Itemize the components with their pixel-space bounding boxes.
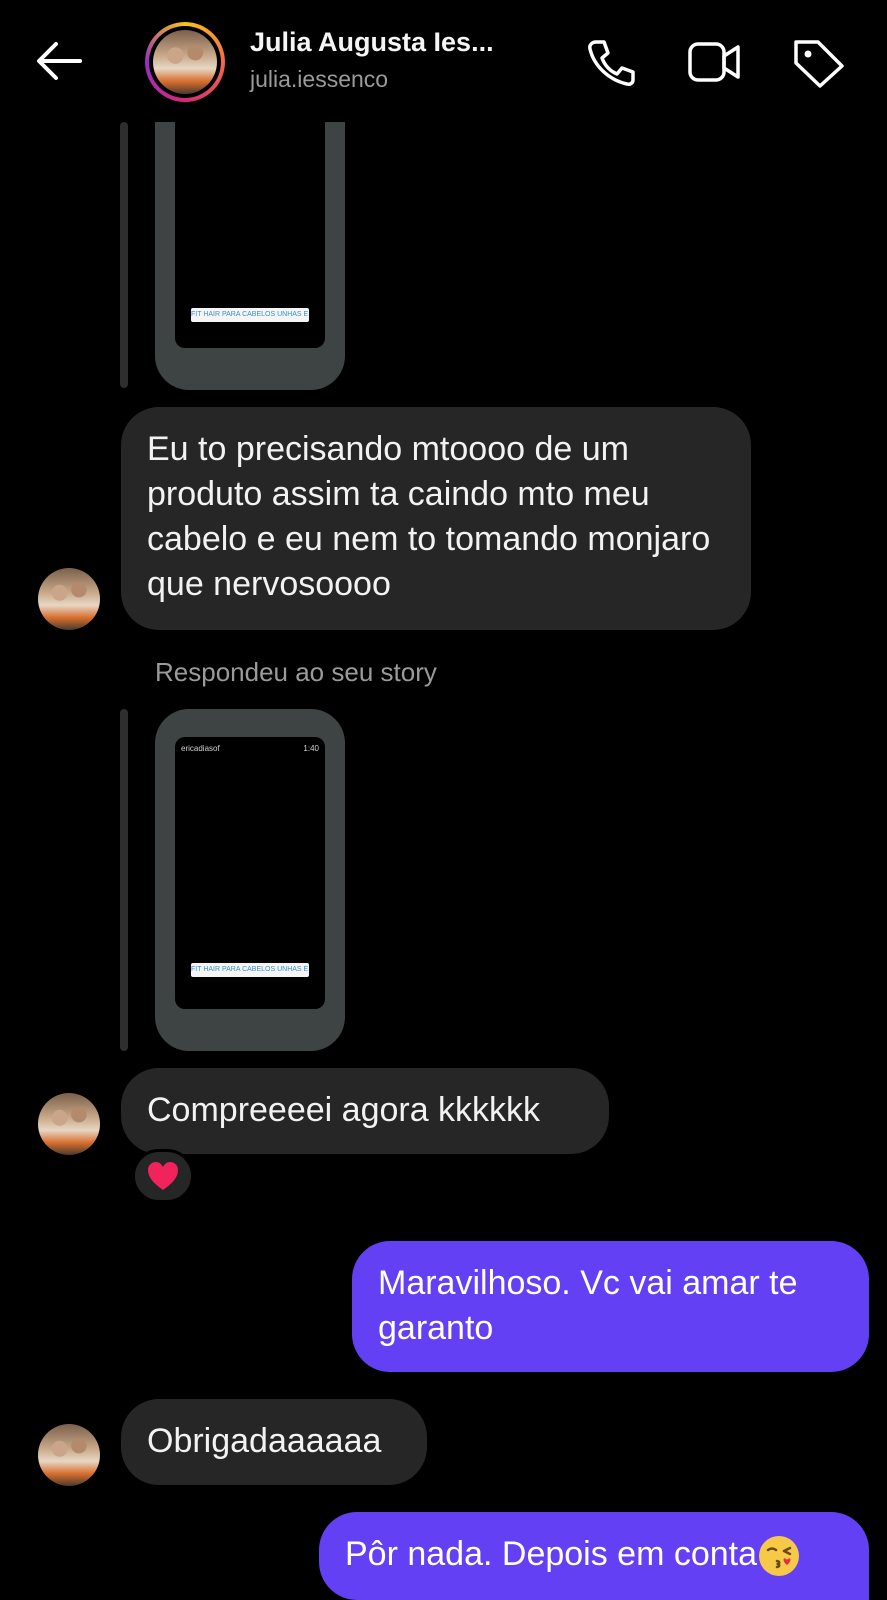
contact-username[interactable]: julia.iessenco (250, 66, 388, 93)
message-bubble-incoming[interactable]: Compreeeei agora kkkkkk (121, 1068, 609, 1154)
heart-icon (148, 1162, 178, 1190)
kissing-face-emoji-icon (759, 1536, 800, 1577)
chat-header: Julia Augusta Ies... julia.iessenco (0, 0, 887, 122)
contact-avatar[interactable] (145, 22, 225, 102)
video-camera-icon[interactable] (686, 36, 742, 88)
reaction-badge[interactable] (132, 1149, 194, 1203)
avatar[interactable] (38, 1424, 100, 1486)
back-arrow-icon[interactable] (30, 36, 86, 86)
avatar-photo (153, 30, 217, 94)
story-link-sticker: FIT HAIR PARA CABELOS UNHAS E PELE (191, 963, 309, 977)
story-time: 1:40 (303, 744, 319, 753)
avatar[interactable] (38, 1093, 100, 1155)
story-username: ericadiasof (181, 744, 220, 753)
story-preview[interactable]: ericadiasof 1:40 FIT HAIR PARA CABELOS U… (155, 709, 345, 1051)
phone-icon[interactable] (582, 36, 638, 88)
story-screen: ericadiasof 1:40 FIT HAIR PARA CABELOS U… (175, 737, 325, 1009)
message-bubble-incoming[interactable]: Eu to precisando mtoooo de um produto as… (121, 407, 751, 630)
message-bubble-incoming[interactable]: Obrigadaaaaaa (121, 1399, 427, 1485)
message-bubble-outgoing[interactable]: Pôr nada. Depois em conta (319, 1512, 869, 1600)
reply-indicator-bar (120, 122, 128, 388)
message-text: Pôr nada. Depois em conta (345, 1535, 758, 1573)
story-link-sticker: FIT HAIR PARA CABELOS UNHAS E PELE (191, 308, 309, 322)
message-bubble-outgoing[interactable]: Maravilhoso. Vc vai amar te garanto (352, 1241, 869, 1372)
tag-icon[interactable] (790, 36, 846, 88)
contact-name[interactable]: Julia Augusta Ies... (250, 27, 494, 58)
story-reply-label: Respondeu ao seu story (155, 657, 437, 687)
avatar[interactable] (38, 568, 100, 630)
reply-indicator-bar (120, 709, 128, 1051)
